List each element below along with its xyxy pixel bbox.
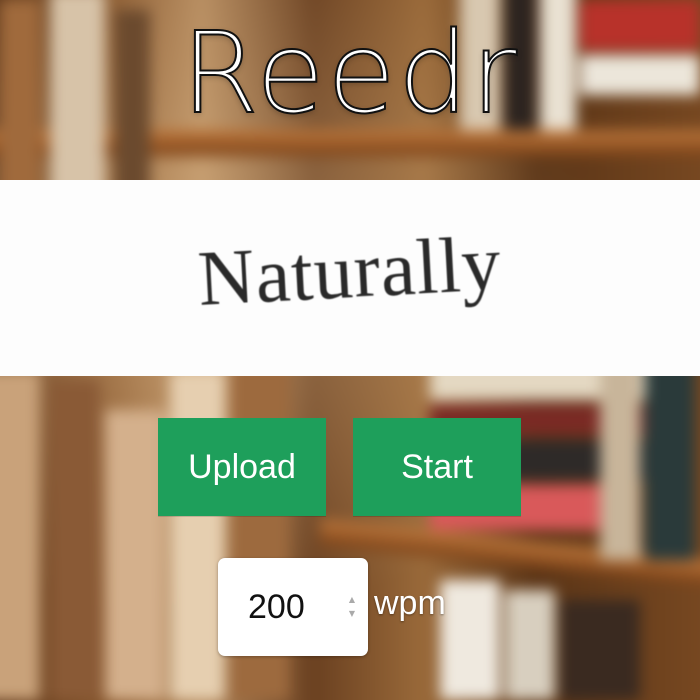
book (440, 580, 500, 700)
app-title: Reedr (180, 9, 519, 139)
app-root: Reedr Naturally Upload Start ▲ ▼ wpm (0, 0, 700, 700)
book (560, 600, 640, 700)
wpm-input[interactable] (248, 587, 344, 627)
upload-button[interactable]: Upload (158, 418, 326, 516)
wpm-input-box[interactable]: ▲ ▼ (218, 558, 368, 656)
start-button[interactable]: Start (353, 418, 521, 516)
reader-display: Naturally (0, 180, 700, 376)
current-word: Naturally (196, 219, 504, 322)
book (105, 410, 165, 700)
book (600, 360, 640, 560)
wpm-spinner[interactable]: ▲ ▼ (348, 596, 356, 618)
book (0, 370, 40, 700)
chevron-down-icon[interactable]: ▼ (349, 610, 355, 618)
book (50, 380, 100, 700)
chevron-up-icon[interactable]: ▲ (349, 596, 355, 604)
wpm-unit-label: wpm (374, 584, 446, 622)
book (645, 360, 695, 560)
book (505, 590, 555, 700)
